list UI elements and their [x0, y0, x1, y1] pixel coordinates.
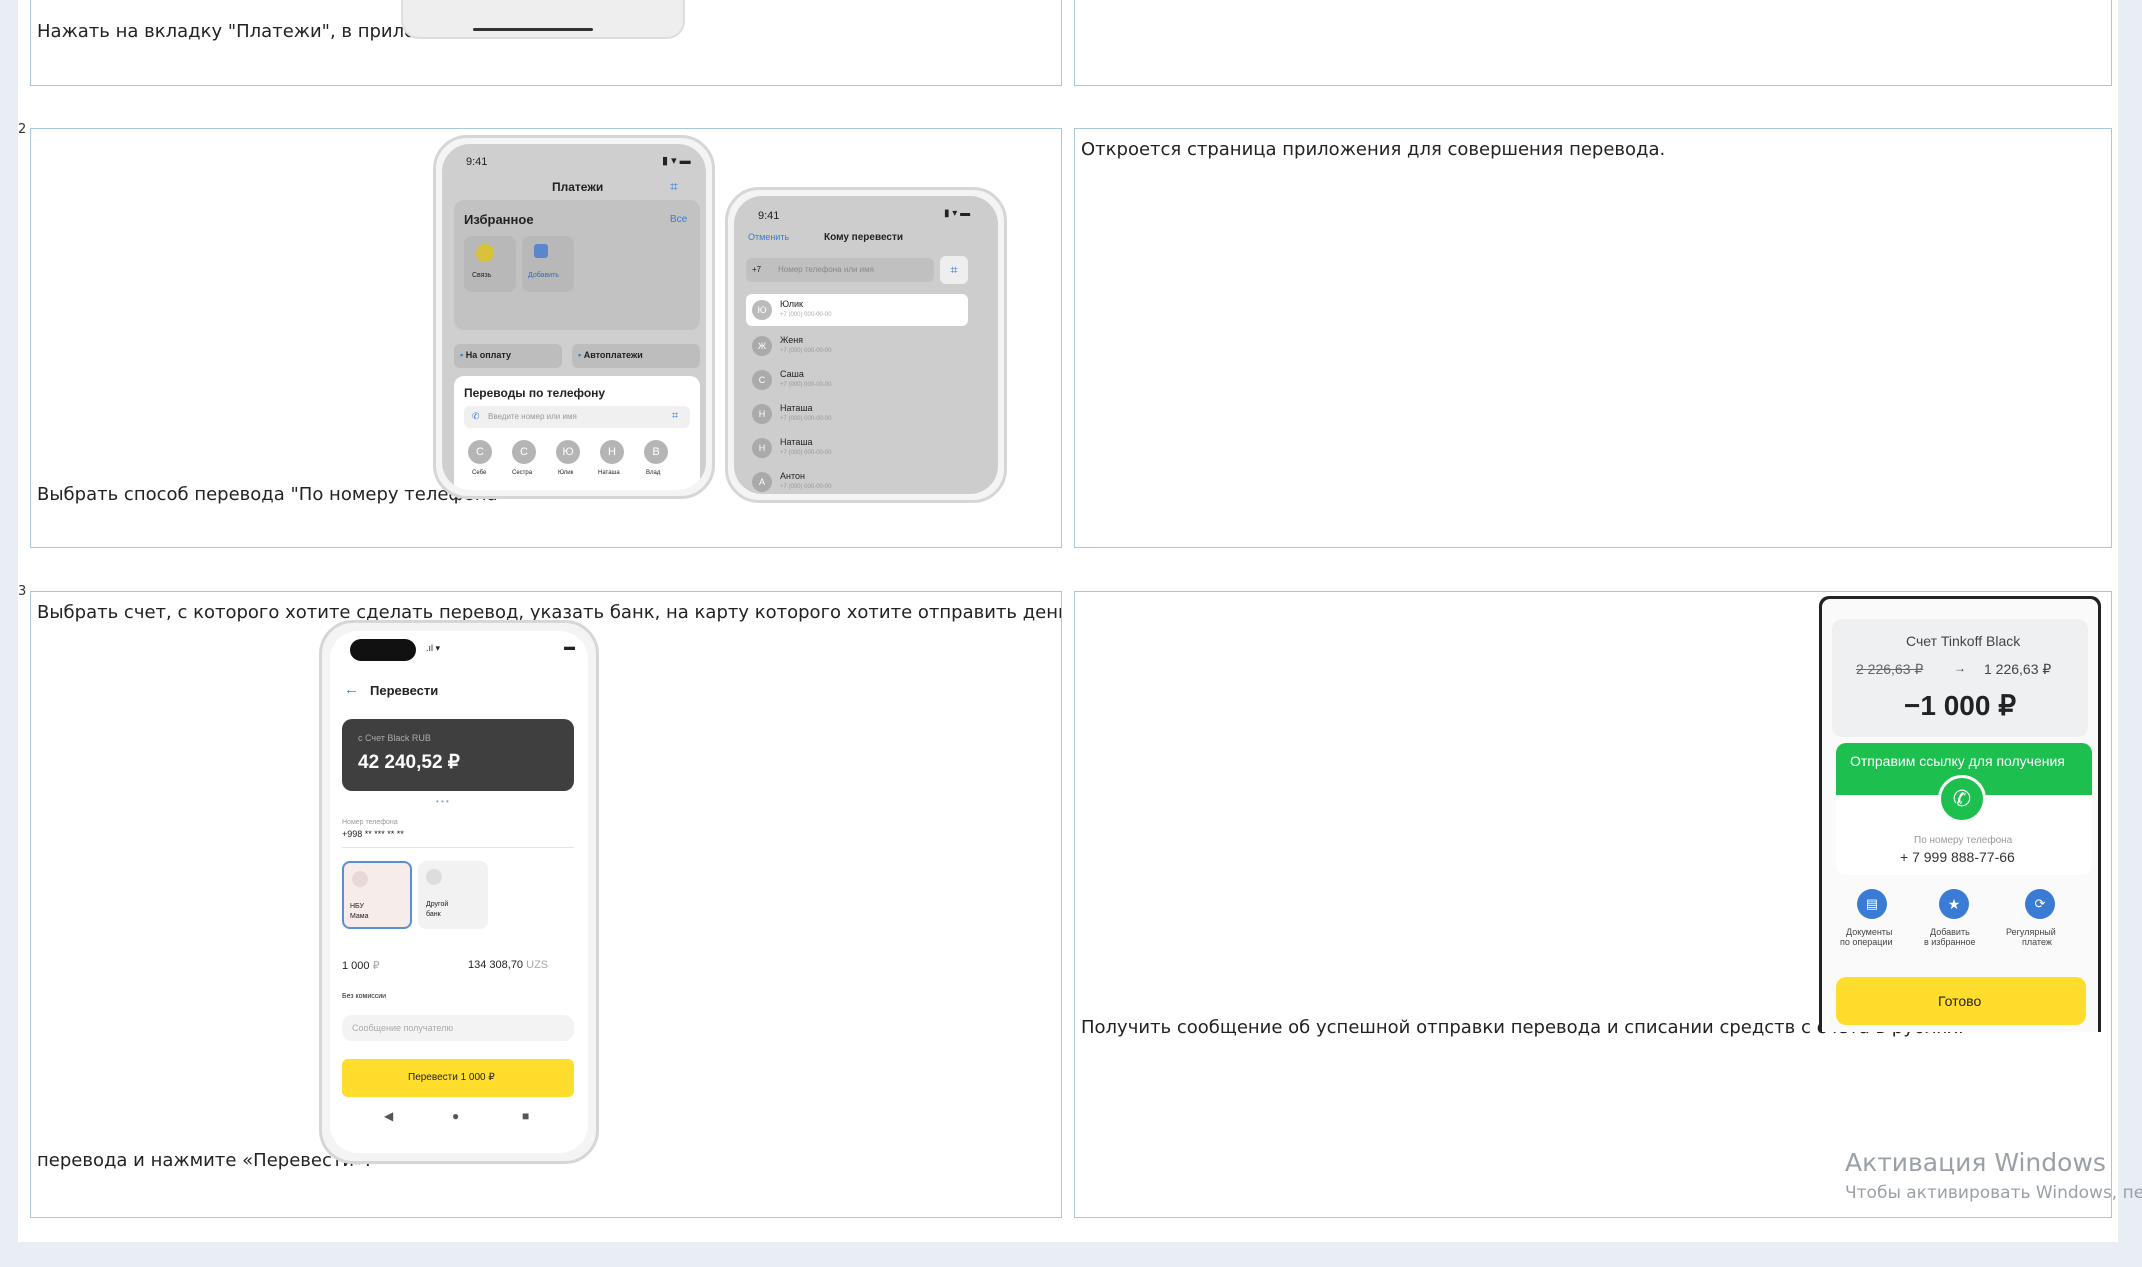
phone-value: +998 ** *** ** **	[342, 829, 404, 839]
status-time: 9:41	[758, 210, 780, 222]
row2-right-cell: Откроется страница приложения для соверш…	[1074, 128, 2112, 548]
transfer-button[interactable]: Перевести 1 000 ₽	[342, 1059, 574, 1097]
row-number-2: 2	[18, 122, 27, 137]
old-balance: 2 226,63 ₽	[1856, 661, 1924, 677]
debit-amount: −1 000 ₽	[1904, 690, 2017, 721]
contact-row[interactable]: Н Наташа +7 (000) 000-00-00	[746, 398, 968, 430]
status-icons: ▮ ▾ ▬	[662, 155, 691, 167]
new-balance: 1 226,63 ₽	[1984, 661, 2052, 677]
account-balance: 42 240,52 ₽	[358, 752, 460, 773]
contact-row[interactable]: Ж Женя +7 (000) 000-00-00	[746, 330, 968, 362]
row2-left-cell: Выбрать способ перевода "По номеру телеф…	[30, 128, 1062, 548]
account-name: Счет Tinkoff Black	[1906, 633, 2021, 649]
row1-left-cell: Нажать на вкладку "Платежи", в приложени…	[30, 0, 1062, 86]
transfer-phone-image: .ıl ▾ ▬ ← Перевести с Счет Black RUB 42 …	[319, 620, 599, 1164]
recipient-phone: + 7 999 888-77-66	[1900, 849, 2015, 865]
payments-phone-image: 9:41 ▮ ▾ ▬ Платежи ⌗ Избранное Все Связь…	[433, 135, 715, 499]
fav2-label: Добавить	[528, 272, 559, 279]
phone-search-input[interactable]: ✆ Введите номер или имя ⌗	[464, 406, 690, 428]
regular-payment-action[interactable]: ⟳ Регулярный платеж	[2000, 889, 2080, 959]
pager-dots: • • •	[436, 797, 449, 806]
favorites-title: Избранное	[464, 212, 534, 227]
row3-left-cell: Выбрать счет, с которого хотите сделать …	[30, 591, 1062, 1218]
row3-left-text-line2: перевода и нажмите «Перевести».	[37, 1150, 371, 1171]
fee-label: Без комиссии	[342, 993, 387, 1000]
scan-icon: ⌗	[672, 410, 679, 422]
document-page: 2 3 Нажать на вкладку "Платежи", в прило…	[18, 0, 2118, 1242]
favorites-all-link[interactable]: Все	[670, 214, 687, 225]
screen-title: Кому перевести	[824, 232, 904, 243]
phone-icon: ✆	[472, 411, 480, 421]
amount-value[interactable]: 1 000 ₽	[342, 959, 380, 972]
status-icons: ▮ ▾ ▬	[944, 208, 971, 219]
row2-right-text: Откроется страница приложения для соверш…	[1081, 139, 1666, 160]
cancel-link[interactable]: Отменить	[748, 232, 789, 242]
star-icon: ★	[1939, 889, 1969, 919]
contact-row[interactable]: А Антон +7 (000) 000-00-00	[746, 466, 968, 494]
favorites-card: Избранное Все Связь Добавить	[454, 200, 700, 330]
nav-recent-icon[interactable]: ■	[522, 1109, 529, 1123]
success-phone-image: Счет Tinkoff Black 2 226,63 ₽ → 1 226,63…	[1819, 596, 2101, 1032]
repeat-icon: ⟳	[2025, 889, 2055, 919]
banner-text: Отправим ссылку для получения	[1850, 753, 2065, 769]
account-label: с Счет Black RUB	[358, 733, 431, 743]
add-favorite-action[interactable]: ★ Добавить в избранное	[1918, 889, 1988, 959]
bank-icon	[426, 869, 442, 885]
payments-tab-phone-image	[401, 0, 685, 39]
nav-home-icon[interactable]: ●	[452, 1109, 459, 1123]
row1-right-cell	[1074, 0, 2112, 86]
transfers-title: Переводы по телефону	[464, 386, 606, 400]
documents-action[interactable]: ▤ Документы по операции	[1836, 889, 1906, 959]
row2-left-text: Выбрать способ перевода "По номеру телеф…	[37, 484, 506, 505]
back-arrow-icon[interactable]: ←	[344, 681, 359, 698]
fav-connection-icon	[476, 244, 494, 262]
scan-icon: ⌗	[670, 178, 678, 194]
recipient-search-input[interactable]: +7 Номер телефона или имя	[746, 258, 934, 282]
contact-row[interactable]: Н Наташа +7 (000) 000-00-00	[746, 432, 968, 464]
fav-add-icon	[534, 244, 548, 258]
message-input[interactable]: Сообщение получателю	[342, 1015, 574, 1041]
windows-activation-subtitle: Чтобы активировать Windows, пере	[1845, 1183, 2142, 1203]
windows-activation-title: Активация Windows	[1845, 1148, 2106, 1177]
contact-row[interactable]: Ю Юлик +7 (000) 000-00-00	[746, 294, 968, 326]
arrow-right-icon: →	[1954, 661, 1966, 675]
account-summary: Счет Tinkoff Black 2 226,63 ₽ → 1 226,63…	[1832, 619, 2088, 737]
phone-transfers-card: Переводы по телефону ✆ Введите номер или…	[454, 376, 700, 490]
by-phone-label: По номеру телефона	[1914, 835, 2013, 846]
fav1-label: Связь	[472, 272, 492, 279]
contacts-row: С Себе С Сестра Ю Юлик Н Наташа В Влад	[460, 440, 700, 490]
phone-call-icon: ✆	[1938, 775, 1986, 823]
autopay-button[interactable]: ▪ Автоплатежи	[572, 344, 700, 368]
bank-option-other[interactable]: Другой банк	[418, 861, 488, 929]
account-card[interactable]: с Счет Black RUB 42 240,52 ₽	[342, 719, 574, 791]
battery-icon: ▬	[564, 641, 575, 653]
row3-right-cell: Получить сообщение об успешной отправки …	[1074, 591, 2112, 1218]
row-number-3: 3	[18, 584, 27, 599]
scan-button[interactable]: ⌗	[940, 256, 968, 284]
screen-title: Платежи	[552, 180, 604, 194]
converted-value: 134 308,70 UZS	[468, 959, 549, 971]
status-time: 9:41	[466, 156, 488, 168]
screen-title: Перевести	[370, 683, 439, 698]
contact-row[interactable]: С Саша +7 (000) 000-00-00	[746, 364, 968, 396]
document-icon: ▤	[1857, 889, 1887, 919]
phone-label: Номер телефона	[342, 819, 398, 826]
camera-notch	[350, 639, 416, 661]
bank-icon	[352, 871, 368, 887]
recipient-phone-image: 9:41 ▮ ▾ ▬ Отменить Кому перевести +7 Но…	[725, 187, 1007, 503]
pay-button[interactable]: ▪ На оплату	[454, 344, 562, 368]
done-button[interactable]: Готово	[1836, 977, 2086, 1025]
nav-back-icon[interactable]: ◀	[384, 1109, 393, 1123]
bank-option-nbu[interactable]: НБУ Мама	[342, 861, 412, 929]
status-icons: .ıl ▾	[426, 643, 441, 653]
